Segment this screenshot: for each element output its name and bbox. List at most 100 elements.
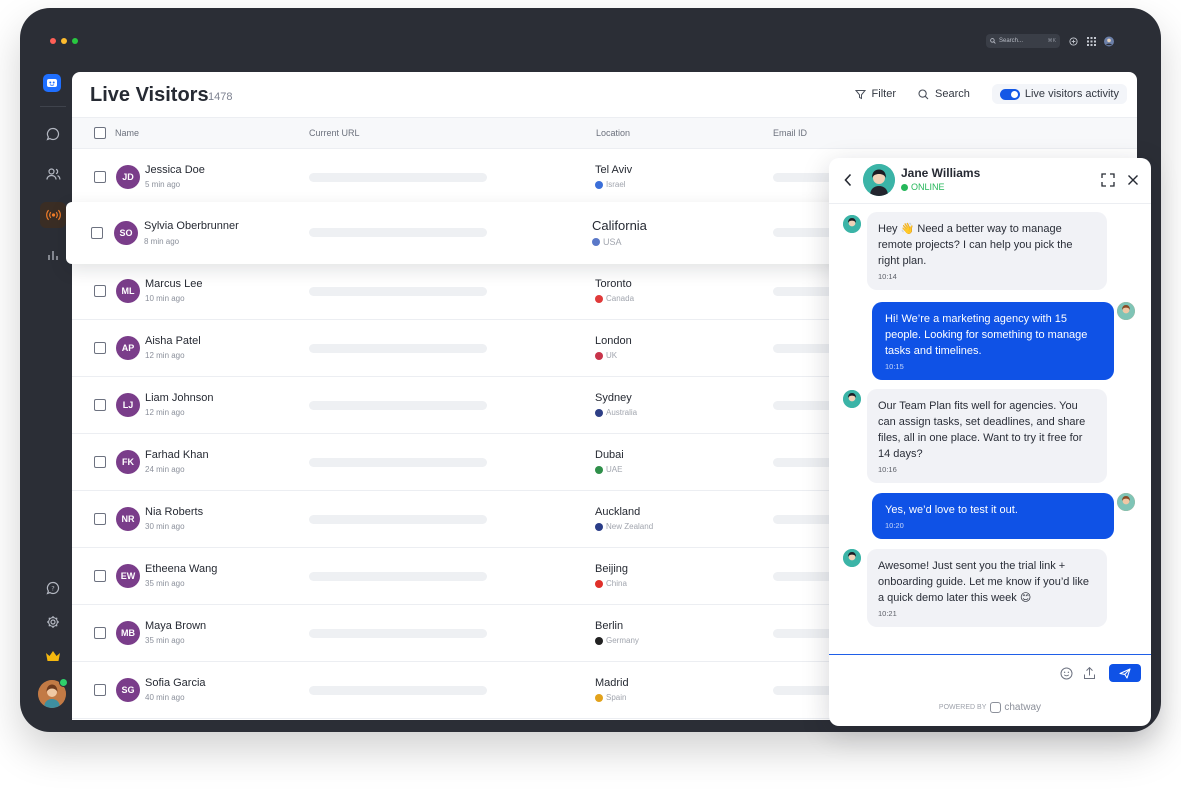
filter-icon: [854, 89, 866, 99]
app-logo-icon[interactable]: [43, 74, 61, 92]
search-button[interactable]: Search: [918, 88, 970, 100]
url-placeholder: [309, 173, 487, 182]
country-label: China: [606, 579, 627, 588]
message-time: 10:15: [885, 362, 904, 371]
header-tools: Filter Search Live visitors activity: [854, 84, 1127, 104]
svg-text:?: ?: [51, 584, 54, 592]
maximize-window-button[interactable]: [72, 38, 78, 44]
table-row-highlighted[interactable]: SO Sylvia Oberbrunner 8 min ago Californ…: [66, 202, 856, 264]
user-avatar[interactable]: [38, 678, 68, 708]
crown-icon[interactable]: [40, 643, 66, 669]
column-location[interactable]: Location: [596, 128, 630, 138]
url-placeholder: [309, 458, 487, 467]
online-indicator: [59, 678, 68, 687]
message-text: Hi! We’re a marketing agency with 15 peo…: [885, 313, 1088, 357]
country-label: USA: [603, 237, 622, 247]
location-country: Spain: [595, 693, 626, 702]
location-city: Beijing: [595, 563, 629, 575]
settings-icon[interactable]: [40, 609, 66, 635]
profile-avatar-icon[interactable]: [1104, 36, 1114, 46]
search-icon: [918, 88, 929, 99]
flag-icon: [595, 636, 603, 645]
agent-name: Jane Williams: [901, 166, 981, 180]
avatar: FK: [116, 450, 140, 474]
row-checkbox[interactable]: [91, 227, 103, 239]
agent-avatar: [863, 164, 895, 196]
message-text: Awesome! Just sent you the trial link + …: [878, 560, 1089, 604]
table-header: Name Current URL Location Email ID: [72, 118, 1137, 149]
apps-grid-icon[interactable]: [1086, 36, 1096, 46]
visit-time: 5 min ago: [145, 180, 181, 189]
help-icon[interactable]: ?: [40, 575, 66, 601]
toggle-switch[interactable]: [999, 88, 1020, 100]
minimize-window-button[interactable]: [61, 38, 67, 44]
message-time: 10:20: [885, 521, 904, 530]
flag-icon: [592, 238, 600, 246]
expand-icon[interactable]: [1101, 173, 1115, 192]
chat-icon[interactable]: [40, 121, 66, 147]
avatar: SO: [114, 221, 138, 245]
flag-icon: [595, 579, 603, 588]
status-label: ONLINE: [911, 182, 945, 192]
close-icon[interactable]: [1127, 173, 1139, 191]
location-city: California: [592, 218, 647, 233]
close-window-button[interactable]: [50, 38, 56, 44]
chat-widget: Jane Williams ONLINE Hey 👋 Need a better…: [829, 158, 1151, 726]
chatway-logo-icon: [990, 702, 1002, 713]
url-placeholder: [309, 515, 487, 524]
send-button[interactable]: [1109, 664, 1141, 682]
row-checkbox[interactable]: [94, 399, 106, 411]
back-icon[interactable]: [843, 173, 853, 192]
row-checkbox[interactable]: [94, 627, 106, 639]
select-all-checkbox[interactable]: [94, 127, 106, 139]
row-checkbox[interactable]: [94, 285, 106, 297]
column-name[interactable]: Name: [115, 128, 139, 138]
live-visitors-toggle[interactable]: Live visitors activity: [991, 84, 1127, 104]
visitor-name: Nia Roberts: [145, 506, 204, 518]
global-search-input[interactable]: Search... ⌘K: [986, 34, 1060, 48]
row-checkbox[interactable]: [94, 570, 106, 582]
agent-avatar-small: [843, 390, 861, 408]
upload-icon[interactable]: [1083, 666, 1096, 685]
country-label: New Zealand: [606, 522, 654, 531]
avatar: AP: [116, 336, 140, 360]
message-text: Our Team Plan fits well for agencies. Yo…: [878, 400, 1086, 460]
column-email[interactable]: Email ID: [773, 128, 807, 138]
avatar: JD: [116, 165, 140, 189]
global-search-placeholder: Search...: [999, 38, 1024, 44]
avatar: LJ: [116, 393, 140, 417]
flag-icon: [595, 294, 603, 303]
row-checkbox[interactable]: [94, 456, 106, 468]
visitor-name: Sylvia Oberbrunner: [144, 220, 239, 232]
message-time: 10:16: [878, 465, 897, 474]
country-label: Australia: [606, 408, 638, 417]
sidebar: ?: [36, 72, 70, 722]
powered-by-label: POWERED BY: [938, 704, 987, 711]
visit-time: 30 min ago: [145, 522, 185, 531]
filter-button[interactable]: Filter: [854, 88, 896, 100]
location-country: Australia: [595, 408, 637, 417]
location-city: Berlin: [595, 620, 624, 632]
emoji-icon[interactable]: [1060, 667, 1073, 685]
column-current-url[interactable]: Current URL: [309, 128, 360, 138]
search-icon: [990, 38, 996, 44]
powered-by: POWERED BY chatway: [829, 702, 1151, 713]
visitor-count: 1478: [208, 91, 233, 103]
users-icon[interactable]: [40, 161, 66, 187]
broadcast-icon[interactable]: [40, 202, 66, 228]
brand-name: chatway: [1004, 702, 1042, 713]
add-icon[interactable]: [1068, 36, 1078, 46]
country-label: Canada: [606, 294, 635, 303]
sidebar-divider: [40, 106, 66, 107]
row-checkbox[interactable]: [94, 513, 106, 525]
analytics-icon[interactable]: [40, 242, 66, 268]
row-checkbox[interactable]: [94, 171, 106, 183]
brand-logo[interactable]: chatway: [990, 702, 1041, 713]
message-composer[interactable]: [829, 654, 1151, 694]
screen: Search... ⌘K ? Live Visitors 1478 Filter…: [0, 0, 1181, 795]
row-checkbox[interactable]: [94, 684, 106, 696]
row-checkbox[interactable]: [94, 342, 106, 354]
message-user: Hi! We’re a marketing agency with 15 peo…: [872, 302, 1114, 380]
country-label: UAE: [606, 465, 623, 474]
country-label: UK: [606, 351, 618, 360]
